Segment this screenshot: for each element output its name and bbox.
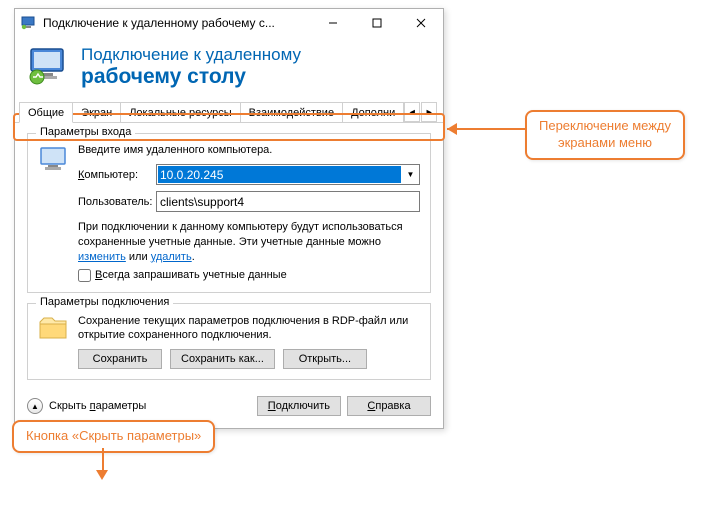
credentials-note: При подключении к данному компьютеру буд… bbox=[78, 220, 420, 265]
always-ask-checkbox[interactable] bbox=[78, 269, 91, 282]
annotation-callout-hide: Кнопка «Скрыть параметры» bbox=[12, 420, 215, 453]
header-banner: Подключение к удаленному рабочему столу bbox=[15, 37, 443, 99]
rdp-window: Подключение к удаленному рабочему с... П… bbox=[14, 8, 444, 429]
connection-group-title: Параметры подключения bbox=[36, 296, 173, 308]
annotation-arrowhead-hide bbox=[96, 470, 108, 480]
save-button[interactable]: Сохранить bbox=[78, 349, 162, 369]
connection-desc: Сохранение текущих параметров подключени… bbox=[78, 314, 420, 344]
tab-scroll-right[interactable]: ► bbox=[421, 102, 437, 122]
header-line1: Подключение к удаленному bbox=[81, 45, 301, 65]
header-line2: рабочему столу bbox=[81, 65, 301, 89]
tabstrip: Общие Экран Локальные ресурсы Взаимодейс… bbox=[15, 99, 443, 123]
window-title: Подключение к удаленному рабочему с... bbox=[43, 16, 311, 30]
folder-icon bbox=[38, 314, 78, 345]
minimize-button[interactable] bbox=[311, 9, 355, 37]
tab-general[interactable]: Общие bbox=[19, 102, 73, 123]
tab-display[interactable]: Экран bbox=[72, 102, 121, 122]
chevron-down-icon[interactable]: ▼ bbox=[402, 165, 419, 184]
connection-groupbox: Параметры подключения Сохранение текущих… bbox=[27, 303, 431, 381]
tab-local-resources[interactable]: Локальные ресурсы bbox=[120, 102, 240, 122]
maximize-button[interactable] bbox=[355, 9, 399, 37]
computer-combobox[interactable]: ▼ bbox=[156, 164, 420, 185]
user-input[interactable] bbox=[156, 191, 420, 212]
app-icon bbox=[21, 15, 37, 31]
computer-input[interactable] bbox=[158, 166, 401, 183]
user-label: Пользователь: bbox=[78, 196, 156, 208]
tab-scroll-left[interactable]: ◄ bbox=[404, 102, 420, 122]
close-button[interactable] bbox=[399, 9, 443, 37]
annotation-callout-tabs: Переключение между экранами меню bbox=[525, 110, 685, 160]
header-titles: Подключение к удаленному рабочему столу bbox=[81, 45, 301, 89]
computer-icon bbox=[38, 144, 78, 179]
login-instruction: Введите имя удаленного компьютера. bbox=[78, 144, 420, 156]
open-button[interactable]: Открыть... bbox=[283, 349, 367, 369]
computer-label: Компьютер: bbox=[78, 169, 156, 181]
annotation-arrowhead-tabs bbox=[447, 123, 457, 135]
annotation-arrow-hide bbox=[102, 448, 104, 472]
collapse-toggle-icon[interactable]: ▲ bbox=[27, 398, 43, 414]
connect-button[interactable]: Подключить bbox=[257, 396, 341, 416]
save-as-button[interactable]: Сохранить как... bbox=[170, 349, 275, 369]
login-group-title: Параметры входа bbox=[36, 126, 135, 138]
hide-params-link[interactable]: Скрыть параметры bbox=[49, 400, 146, 412]
titlebar: Подключение к удаленному рабочему с... bbox=[15, 9, 443, 37]
tab-experience[interactable]: Взаимодействие bbox=[240, 102, 343, 122]
annotation-arrow-tabs bbox=[447, 128, 525, 130]
login-groupbox: Параметры входа Введите имя удаленного к… bbox=[27, 133, 431, 293]
tab-advanced[interactable]: Дополни bbox=[342, 102, 404, 122]
edit-credentials-link[interactable]: изменить bbox=[78, 251, 126, 263]
always-ask-label: Всегда запрашивать учетные данные bbox=[95, 269, 287, 281]
help-button[interactable]: Справка bbox=[347, 396, 431, 416]
delete-credentials-link[interactable]: удалить bbox=[151, 251, 192, 263]
rdp-logo-icon bbox=[27, 45, 71, 89]
